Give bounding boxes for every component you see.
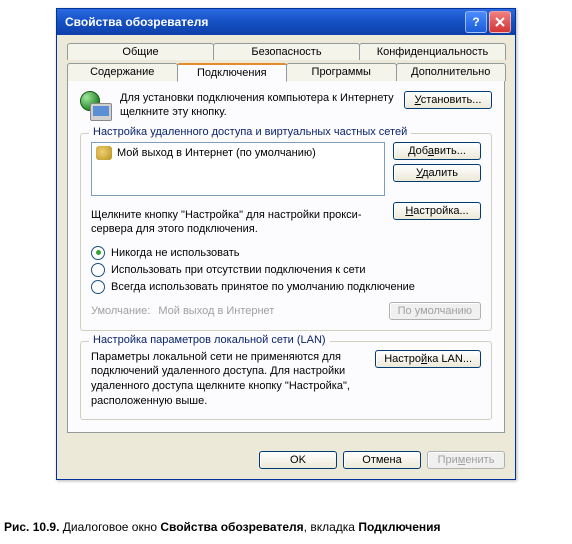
setup-hint-text: Для установки подключения компьютера к И…	[120, 91, 404, 120]
lan-hint-text: Параметры локальной сети не применяются …	[91, 350, 367, 409]
window-title: Свойства обозревателя	[65, 15, 463, 29]
add-button[interactable]: Добавить...	[393, 142, 481, 160]
lan-group: Настройка параметров локальной сети (LAN…	[80, 341, 492, 420]
setup-button[interactable]: Установить...	[404, 91, 492, 109]
radio-always-default[interactable]: Всегда использовать принятое по умолчани…	[91, 280, 481, 294]
tab-advanced[interactable]: Дополнительно	[396, 63, 507, 81]
proxy-hint: Щелкните кнопку "Настройка" для настройк…	[91, 208, 385, 237]
connection-name: Мой выход в Интернет (по умолчанию)	[117, 147, 316, 159]
close-button[interactable]	[489, 11, 511, 33]
figure-caption: Рис. 10.9. Диалоговое окно Свойства обоз…	[4, 520, 441, 534]
set-default-button: По умолчанию	[389, 302, 481, 320]
remove-button[interactable]: Удалить	[393, 164, 481, 182]
radio-icon	[91, 280, 105, 294]
connection-icon	[96, 146, 112, 160]
connections-panel: Для установки подключения компьютера к И…	[67, 80, 505, 433]
dialup-group-title: Настройка удаленного доступа и виртуальн…	[89, 126, 411, 138]
default-label: Умолчание:	[91, 305, 150, 317]
tab-privacy[interactable]: Конфиденциальность	[359, 43, 506, 60]
lan-settings-button[interactable]: Настройка LAN...	[375, 350, 481, 368]
tab-strip: Общие Безопасность Конфиденциальность Со…	[67, 43, 505, 81]
internet-options-dialog: Свойства обозревателя ? Общие Безопаснос…	[56, 8, 516, 480]
ok-button[interactable]: OK	[259, 451, 337, 469]
close-icon	[495, 17, 505, 27]
default-value: Мой выход в Интернет	[158, 305, 388, 317]
tab-security[interactable]: Безопасность	[213, 43, 360, 60]
dialog-button-row: OK Отмена Применить	[57, 443, 515, 479]
tab-general[interactable]: Общие	[67, 43, 214, 60]
radio-icon	[91, 246, 105, 260]
dialog-body: Общие Безопасность Конфиденциальность Со…	[57, 35, 515, 443]
list-item[interactable]: Мой выход в Интернет (по умолчанию)	[94, 145, 382, 161]
connections-listbox[interactable]: Мой выход в Интернет (по умолчанию)	[91, 142, 385, 196]
settings-button[interactable]: Настройка...	[393, 202, 481, 220]
help-button[interactable]: ?	[465, 11, 487, 33]
tab-connections[interactable]: Подключения	[177, 63, 288, 82]
lan-group-title: Настройка параметров локальной сети (LAN…	[89, 334, 330, 346]
apply-button: Применить	[427, 451, 505, 469]
titlebar[interactable]: Свойства обозревателя ?	[57, 9, 515, 35]
setup-wizard-icon	[80, 91, 112, 123]
radio-icon	[91, 263, 105, 277]
radio-never[interactable]: Никогда не использовать	[91, 246, 481, 260]
radio-when-no-net[interactable]: Использовать при отсутствии подключения …	[91, 263, 481, 277]
tab-programs[interactable]: Программы	[286, 63, 397, 81]
tab-content[interactable]: Содержание	[67, 63, 178, 81]
cancel-button[interactable]: Отмена	[343, 451, 421, 469]
dialup-vpn-group: Настройка удаленного доступа и виртуальн…	[80, 133, 492, 331]
